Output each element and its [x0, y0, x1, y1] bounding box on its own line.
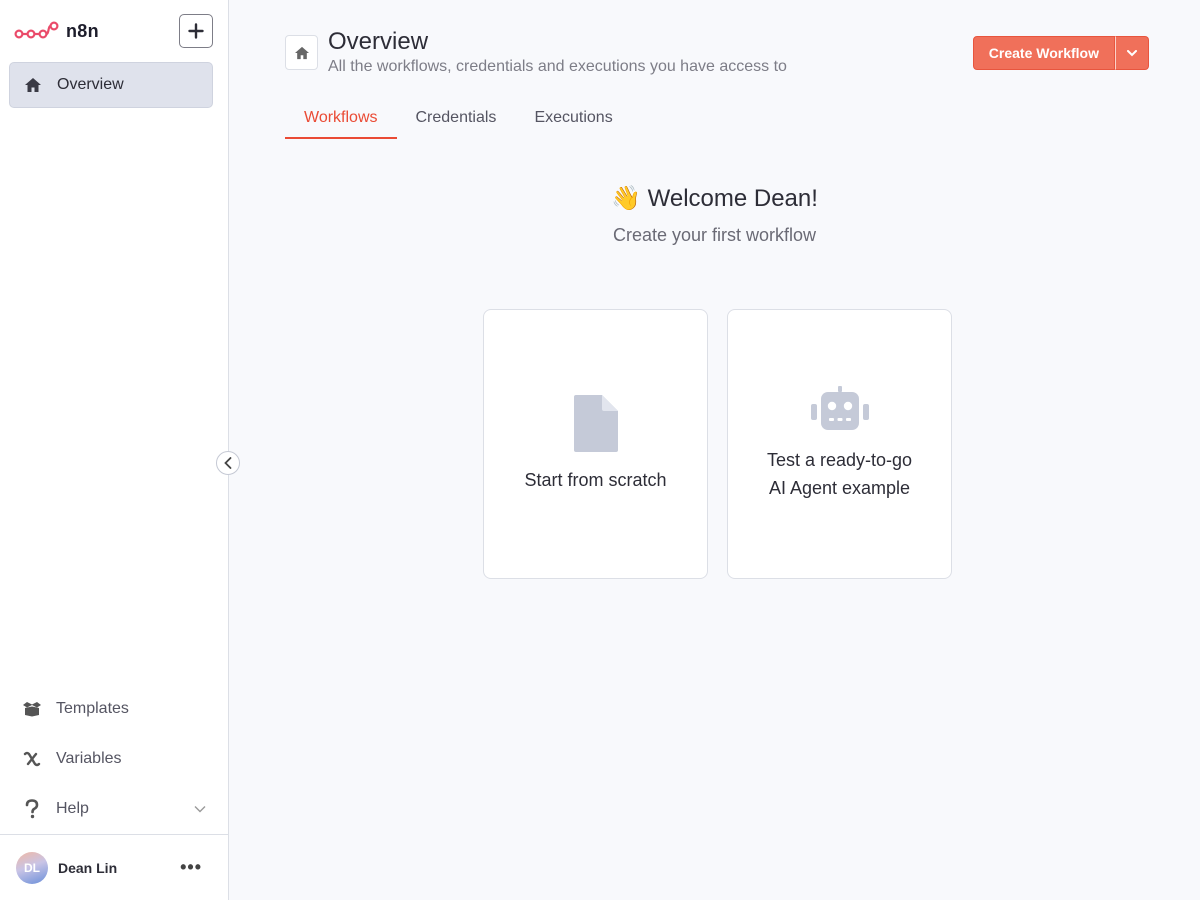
plus-icon	[188, 23, 204, 39]
create-dropdown-button[interactable]	[1115, 36, 1149, 70]
sidebar-item-label: Templates	[56, 700, 129, 717]
sidebar-item-label: Variables	[56, 750, 122, 767]
add-button[interactable]	[179, 14, 213, 48]
sidebar-item-variables[interactable]: Variables	[9, 734, 219, 784]
logo-row: n8n	[0, 0, 228, 62]
sidebar-item-templates[interactable]: Templates	[9, 684, 219, 734]
card-label: Start from scratch	[524, 469, 667, 490]
box-open-icon	[22, 699, 42, 719]
n8n-logo[interactable]: n8n	[14, 20, 99, 42]
create-workflow-button[interactable]: Create Workflow	[972, 36, 1115, 70]
avatar[interactable]: DL	[16, 851, 48, 884]
file-icon	[573, 394, 618, 452]
robot-icon	[810, 386, 869, 430]
user-name: Dean Lin	[58, 859, 118, 876]
tab-credentials[interactable]: Credentials	[397, 100, 516, 139]
create-workflow-group: Create Workflow	[972, 36, 1149, 70]
app-name: n8n	[66, 20, 99, 41]
sidebar: n8n Overview Templates Variables Help DL…	[0, 0, 229, 900]
tabs: Workflows Credentials Executions	[285, 100, 632, 139]
home-icon	[285, 35, 318, 70]
page-title: Overview	[328, 28, 429, 55]
collapse-sidebar-button[interactable]	[216, 451, 240, 475]
start-cards: Start from scratch Test a ready-to-go AI…	[483, 309, 952, 579]
more-options-icon[interactable]: •••	[180, 857, 202, 878]
tab-workflows[interactable]: Workflows	[285, 100, 397, 139]
page-subtitle: All the workflows, credentials and execu…	[328, 58, 787, 75]
welcome-subtitle: Create your first workflow	[612, 225, 817, 245]
welcome-heading: 👋 Welcome Dean!	[229, 184, 1200, 213]
question-icon	[22, 799, 42, 819]
user-menu: DL Dean Lin •••	[0, 834, 228, 900]
page-header: Overview All the workflows, credentials …	[285, 28, 787, 76]
ai-agent-example-card[interactable]: Test a ready-to-go AI Agent example	[727, 309, 952, 579]
chevron-left-icon	[224, 457, 232, 469]
chevron-down-icon	[1127, 49, 1137, 56]
welcome-section: 👋 Welcome Dean! Create your first workfl…	[229, 184, 1200, 246]
sidebar-item-overview[interactable]: Overview	[9, 62, 213, 108]
card-label: Test a ready-to-go AI Agent example	[766, 450, 913, 498]
sidebar-bottom-nav: Templates Variables Help	[0, 684, 228, 834]
main-content: Overview All the workflows, credentials …	[229, 0, 1200, 900]
variable-icon	[22, 749, 42, 769]
chevron-down-icon[interactable]	[194, 800, 206, 818]
welcome-title: Welcome Dean!	[647, 185, 818, 212]
wave-icon: 👋	[611, 185, 641, 212]
n8n-logo-icon	[14, 21, 59, 39]
sidebar-item-label: Overview	[57, 76, 124, 93]
sidebar-item-label: Help	[56, 800, 89, 817]
tab-executions[interactable]: Executions	[515, 100, 631, 139]
sidebar-item-help[interactable]: Help	[9, 784, 219, 834]
start-from-scratch-card[interactable]: Start from scratch	[483, 309, 708, 579]
home-icon	[23, 75, 43, 95]
